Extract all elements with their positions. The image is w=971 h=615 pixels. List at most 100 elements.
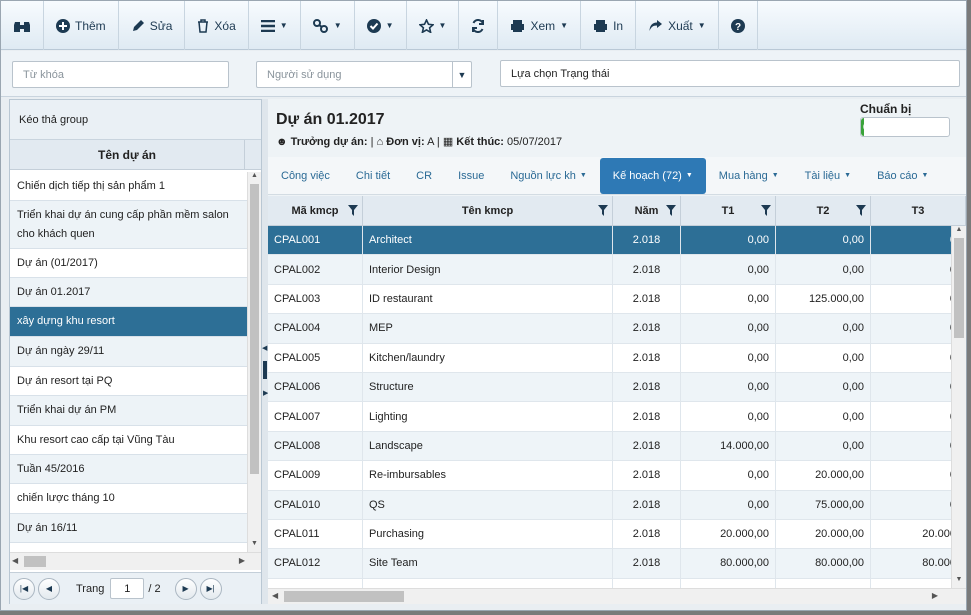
edit-button[interactable]: Sửa xyxy=(119,1,186,50)
home-icon: ⌂ xyxy=(376,136,384,148)
approve-dropdown-button[interactable]: ▼ xyxy=(355,1,407,50)
grid-row[interactable]: CPAL003ID restaurant2.0180,00125.000,000… xyxy=(268,284,966,315)
page-input[interactable]: 1 xyxy=(110,578,145,599)
tab-item[interactable]: Công việc xyxy=(268,157,343,195)
scroll-right-icon[interactable]: ▶ xyxy=(932,591,938,600)
grid-row[interactable]: CPAL011 Purchasing 2.018 20.000,00 20.000,00… xyxy=(268,519,966,550)
filter-icon[interactable] xyxy=(856,205,866,216)
project-list-item[interactable]: Triển khai dự án PM xyxy=(10,396,247,426)
link-dropdown-button[interactable]: ▼ xyxy=(301,1,355,50)
help-button[interactable]: ? xyxy=(719,1,758,50)
grid-row[interactable]: CPAL004MEP2.0180,000,000, xyxy=(268,314,966,344)
grid-cell: 0,00 xyxy=(776,314,871,343)
delete-button[interactable]: Xóa xyxy=(185,1,249,50)
project-list-item[interactable]: Dự án resort tại PQ xyxy=(10,367,247,396)
favorite-dropdown-button[interactable]: ▼ xyxy=(407,1,460,50)
tab-item[interactable]: Kế hoạch (72) ▼ xyxy=(599,157,706,194)
project-list-item[interactable]: chiến lược tháng 10 xyxy=(10,484,247,514)
group-drop-zone[interactable]: Kéo thả group xyxy=(10,100,261,140)
binoculars-button[interactable] xyxy=(1,1,44,50)
grid-column-header[interactable]: Năm xyxy=(613,196,681,226)
splitter-handle[interactable] xyxy=(263,361,267,379)
project-list-item[interactable]: Dự án (01/2017) xyxy=(10,249,247,278)
grid-column-header[interactable]: Tên kmcp xyxy=(363,196,613,226)
tab-item[interactable]: Chi tiết xyxy=(343,157,403,195)
project-list-scrollbar[interactable]: ▲ ▼ xyxy=(247,172,261,552)
project-list-item-label: Chiến dịch tiếp thị sản phẩm 1 xyxy=(17,179,165,192)
scroll-right-icon[interactable]: ▶ xyxy=(239,556,245,565)
tab-item[interactable]: Issue xyxy=(445,157,497,195)
grid-cell: Kitchen/laundry xyxy=(363,343,613,372)
project-list-item[interactable]: xây dựng khu resort xyxy=(10,307,247,337)
project-list-item[interactable]: Dự án ngày 29/11 xyxy=(10,337,247,367)
scroll-up-icon[interactable]: ▲ xyxy=(952,226,966,238)
first-page-button[interactable]: |◀ xyxy=(13,577,35,600)
grid-column-header[interactable]: T3 xyxy=(871,196,966,226)
status-select[interactable]: Lựa chọn Trạng thái xyxy=(500,60,960,87)
scroll-up-icon[interactable]: ▲ xyxy=(248,172,261,184)
chevron-down-icon: ▼ xyxy=(579,172,587,179)
grid-cell: Landscape xyxy=(363,431,613,461)
project-list-item-label: Dự án 16/11 xyxy=(17,521,78,534)
filter-icon[interactable] xyxy=(761,205,771,216)
grid-hscrollbar[interactable]: ◀ ▶ xyxy=(268,588,966,604)
grid-header: Mã kmcp Tên kmcp Năm T1 T2 T3 xyxy=(268,196,966,226)
grid-hscrollbar-thumb[interactable] xyxy=(284,591,404,602)
tab-item[interactable]: Báo cáo ▼ xyxy=(864,157,941,195)
grid-column-header[interactable]: T2 xyxy=(776,196,871,226)
grid-row[interactable]: CPAL012 Site Team 2.018 80.000,00 80.000,00 8… xyxy=(268,549,966,579)
project-list-item[interactable]: Tuần 45/2016 xyxy=(10,455,247,484)
grid-cell: CPAL009 xyxy=(268,461,363,490)
grid-body: CPAL001Architect2.0180,000,000,CPAL002In… xyxy=(268,226,966,604)
collapse-left-icon[interactable]: ◀ xyxy=(262,344,267,352)
project-name-column-header[interactable]: Tên dự án xyxy=(10,140,245,169)
tab-item[interactable]: CR xyxy=(403,157,445,195)
next-page-button[interactable]: ▶ xyxy=(174,577,197,600)
scroll-left-icon[interactable]: ◀ xyxy=(12,556,18,565)
scroll-left-icon[interactable]: ◀ xyxy=(272,591,278,600)
project-list-item[interactable]: Chiến dịch tiếp thị sản phẩm 1 xyxy=(10,172,247,201)
grid-row[interactable]: CPAL008Landscape2.01814.000,000,000, xyxy=(268,431,966,462)
filter-icon[interactable] xyxy=(666,205,676,216)
user-select[interactable]: Người sử dụng ▼ xyxy=(256,61,472,88)
scroll-down-icon[interactable]: ▼ xyxy=(952,576,966,588)
scrollbar-thumb[interactable] xyxy=(250,184,259,474)
tab-item[interactable]: Mua hàng ▼ xyxy=(706,157,792,195)
project-list-item[interactable]: Khu resort cao cấp tại Vũng Tàu xyxy=(10,426,247,455)
export-dropdown-button[interactable]: Xuất ▼ xyxy=(636,1,719,50)
project-list-item[interactable]: Dự án 16/11 xyxy=(10,514,247,543)
grid-vscrollbar[interactable]: ▲ ▼ xyxy=(951,226,966,588)
grid-cell: 14.000,00 xyxy=(681,431,776,461)
grid-scrollbar-thumb[interactable] xyxy=(954,238,964,338)
grid-row[interactable]: CPAL010QS2.0180,0075.000,000, xyxy=(268,490,966,520)
tab-item[interactable]: Tài liệu ▼ xyxy=(792,157,864,195)
grid-cell: 2.018 xyxy=(613,255,681,284)
grid-row[interactable]: CPAL005Kitchen/laundry2.0180,000,000, xyxy=(268,343,966,373)
user-select-dropdown-button[interactable]: ▼ xyxy=(452,62,471,87)
grid-row[interactable]: CPAL001Architect2.0180,000,000, xyxy=(268,226,966,256)
chevron-down-icon: ▼ xyxy=(697,21,706,30)
grid-row[interactable]: CPAL007Lighting2.0180,000,000, xyxy=(268,402,966,432)
project-list-hscrollbar[interactable]: ◀ ▶ xyxy=(10,552,261,570)
project-list-item-label: Dự án resort tại PQ xyxy=(17,374,113,387)
prev-page-button[interactable]: ◀ xyxy=(38,577,60,600)
project-list-item[interactable]: Dự án 01.2017 xyxy=(10,278,247,307)
hscrollbar-thumb[interactable] xyxy=(24,556,46,567)
view-dropdown-button[interactable]: Xem ▼ xyxy=(498,1,582,50)
menu-dropdown-button[interactable]: ▼ xyxy=(249,1,301,50)
project-list-item[interactable]: Triển khai dự án cung cấp phần mềm salon… xyxy=(10,201,247,249)
last-page-button[interactable]: ▶| xyxy=(199,577,222,600)
tab-item[interactable]: Nguồn lực kh ▼ xyxy=(497,157,599,195)
filter-icon[interactable] xyxy=(348,205,358,216)
scroll-down-icon[interactable]: ▼ xyxy=(248,540,261,552)
grid-column-header[interactable]: T1 xyxy=(681,196,776,226)
print-button[interactable]: In xyxy=(581,1,637,50)
refresh-button[interactable] xyxy=(459,1,499,50)
grid-row[interactable]: CPAL009Re-imbursables2.0180,0020.000,000… xyxy=(268,461,966,491)
grid-row[interactable]: CPAL002Interior Design2.0180,000,000, xyxy=(268,255,966,285)
keyword-input[interactable]: Từ khóa xyxy=(12,61,229,88)
grid-column-header[interactable]: Mã kmcp xyxy=(268,196,363,226)
grid-row[interactable]: CPAL006Structure2.0180,000,000, xyxy=(268,372,966,403)
filter-icon[interactable] xyxy=(598,205,608,216)
add-button[interactable]: Thêm xyxy=(44,1,119,50)
